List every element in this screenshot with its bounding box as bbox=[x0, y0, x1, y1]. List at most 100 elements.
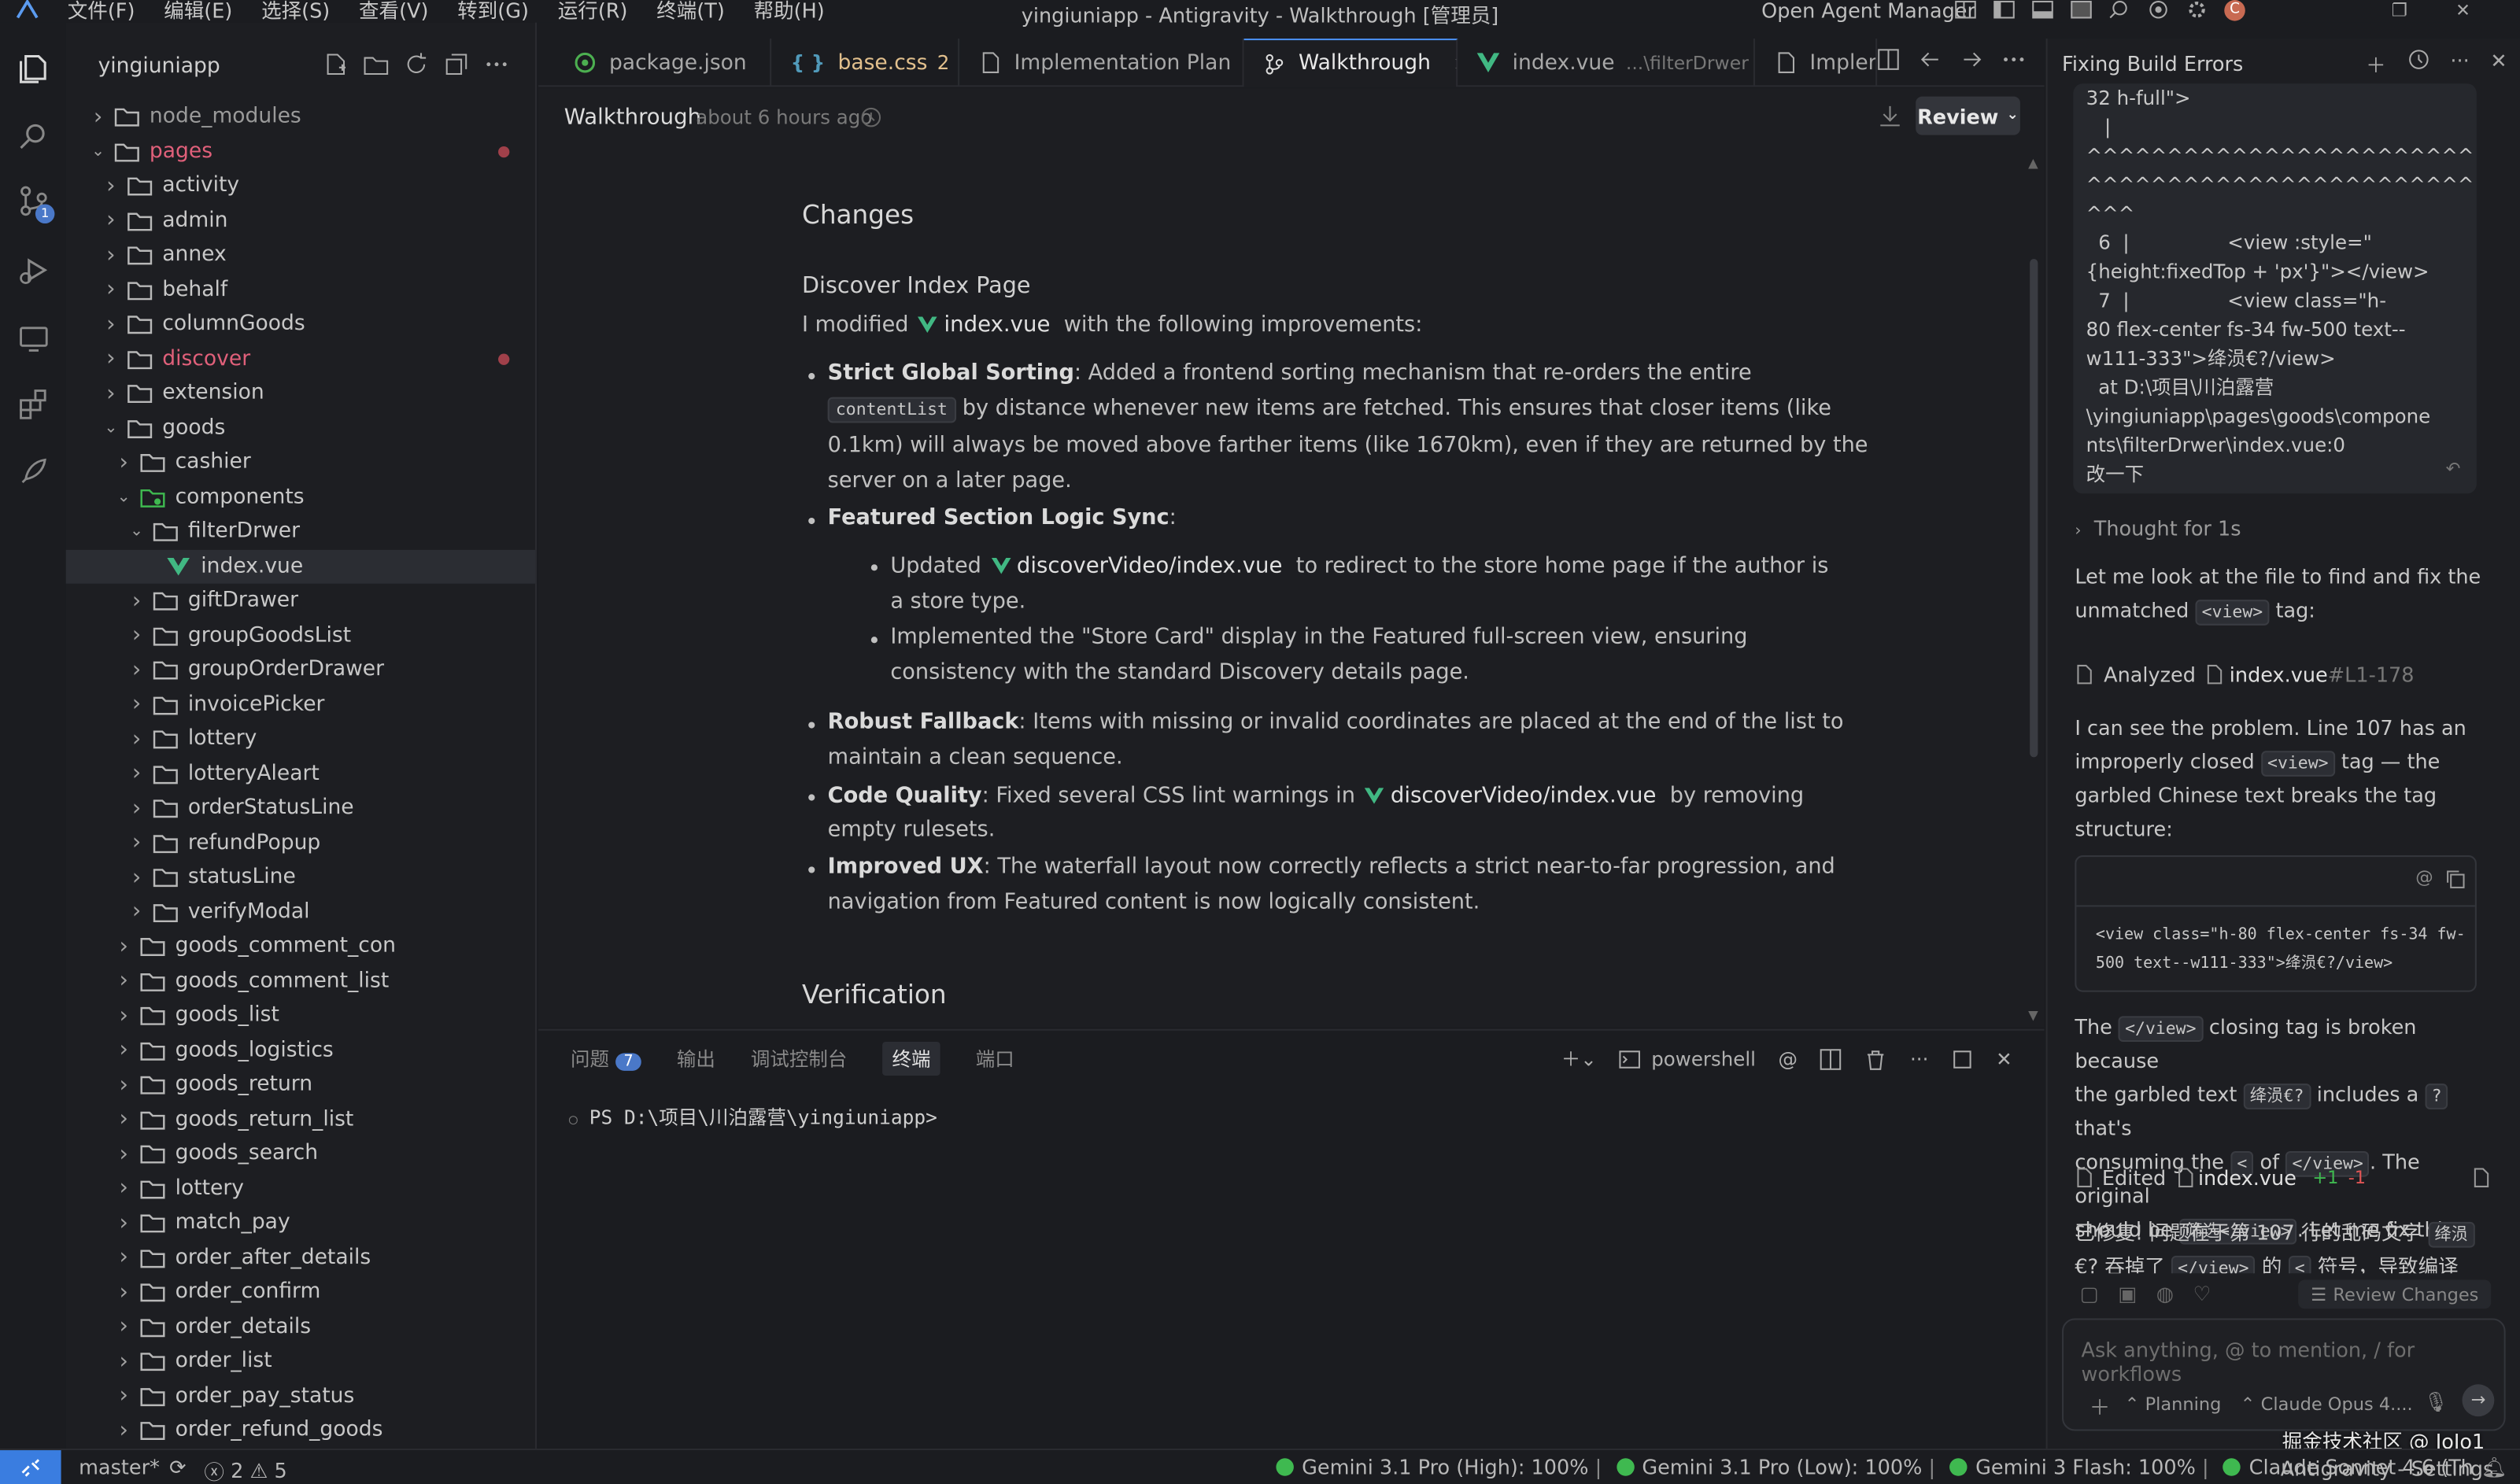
panel-tab[interactable]: 调试控制台 bbox=[751, 1045, 848, 1076]
explorer-icon[interactable] bbox=[16, 51, 51, 87]
folder-item[interactable]: › cashier bbox=[66, 445, 535, 479]
search-icon[interactable] bbox=[2108, 0, 2131, 20]
at-icon[interactable]: @ bbox=[1779, 1047, 1798, 1070]
model-quota[interactable]: Gemini 3 Flash: 100% | bbox=[1949, 1455, 2209, 1479]
terminal-icon[interactable]: ▣ bbox=[2118, 1282, 2137, 1306]
folder-item[interactable]: › verifyModal bbox=[66, 895, 535, 928]
thought-toggle[interactable]: › Thought for 1s bbox=[2075, 511, 2489, 548]
panel-tab[interactable]: 问题 7 bbox=[571, 1045, 641, 1076]
editor-tab[interactable]: package.json bbox=[555, 39, 772, 87]
send-button[interactable]: → bbox=[2462, 1384, 2495, 1417]
folder-item[interactable]: › order_list bbox=[66, 1344, 535, 1378]
scroll-down-icon[interactable]: ▼ bbox=[2028, 1008, 2038, 1022]
editor-tab[interactable]: Walkthrough✕ bbox=[1243, 39, 1458, 87]
edited-file[interactable]: index.vue bbox=[2198, 1161, 2296, 1194]
collapse-all-icon[interactable] bbox=[444, 51, 470, 77]
avatar[interactable]: C bbox=[2224, 0, 2245, 21]
folder-item[interactable]: › lottery bbox=[66, 1172, 535, 1205]
split-editor-icon[interactable] bbox=[1877, 48, 1900, 71]
browser-icon[interactable]: ◍ bbox=[2156, 1282, 2174, 1306]
search-icon[interactable] bbox=[16, 119, 51, 154]
more-icon[interactable] bbox=[484, 51, 510, 77]
folder-item[interactable]: › activity bbox=[66, 169, 535, 203]
folder-item[interactable]: › order_details bbox=[66, 1309, 535, 1343]
discover-video-link-2[interactable]: discoverVideo/index.vue bbox=[1391, 783, 1657, 809]
analyzed-step[interactable]: Analyzed index.vue #L1-178 bbox=[2075, 658, 2489, 692]
bell-icon[interactable]: 🔔︎ bbox=[2481, 1455, 2507, 1481]
close-panel-icon[interactable]: ✕ bbox=[1996, 1047, 2012, 1070]
folder-item[interactable]: › discover bbox=[66, 341, 535, 375]
restore-icon[interactable]: ❐ bbox=[2392, 0, 2407, 21]
folder-item[interactable]: › goods_comment_con bbox=[66, 929, 535, 963]
run-debug-icon[interactable] bbox=[16, 253, 51, 288]
toggle-panel-icon[interactable] bbox=[2031, 0, 2054, 20]
folder-item[interactable]: › order_after_details bbox=[66, 1240, 535, 1274]
open-diff-icon[interactable] bbox=[2472, 1167, 2489, 1188]
add-context-icon[interactable]: ＋ bbox=[2090, 1390, 2111, 1422]
model-quota[interactable]: Gemini 3.1 Pro (High): 100% | bbox=[1276, 1455, 1602, 1479]
split-terminal-icon[interactable] bbox=[1820, 1047, 1843, 1070]
folder-item[interactable]: › statusLine bbox=[66, 860, 535, 894]
gear-icon[interactable] bbox=[2186, 0, 2208, 20]
new-file-icon[interactable] bbox=[323, 51, 349, 77]
panel-tab[interactable]: 输出 bbox=[677, 1045, 715, 1076]
folder-item[interactable]: ⌄ components bbox=[66, 480, 535, 514]
folder-item[interactable]: › match_pay bbox=[66, 1205, 535, 1239]
folder-item[interactable]: › behalf bbox=[66, 272, 535, 306]
folder-item[interactable]: › groupGoodsList bbox=[66, 618, 535, 652]
history-icon[interactable] bbox=[860, 106, 883, 129]
doc-scrollbar[interactable] bbox=[2030, 258, 2038, 758]
analyzed-file[interactable]: index.vue bbox=[2230, 658, 2328, 692]
panel-tab[interactable]: 终端 bbox=[882, 1042, 940, 1076]
refresh-icon[interactable] bbox=[404, 51, 430, 77]
review-changes-button[interactable]: ☰ Review Changes bbox=[2298, 1279, 2492, 1309]
mode-selector[interactable]: ⌃ Planning bbox=[2125, 1394, 2222, 1416]
folder-item[interactable]: › giftDrawer bbox=[66, 584, 535, 618]
folder-item[interactable]: › order_pay_status bbox=[66, 1379, 535, 1412]
mention-icon[interactable]: @ bbox=[2415, 866, 2433, 888]
review-button[interactable]: Review ⌄ bbox=[1916, 96, 2020, 135]
edited-step[interactable]: Edited index.vue +1 -1 bbox=[2075, 1161, 2489, 1194]
folder-item[interactable]: › goods_search bbox=[66, 1137, 535, 1171]
folder-item[interactable]: › goods_comment_list bbox=[66, 964, 535, 998]
copy-icon[interactable] bbox=[2444, 868, 2466, 889]
history-icon[interactable] bbox=[2407, 48, 2429, 71]
model-selector[interactable]: ⌃ Claude Opus 4.... bbox=[2241, 1394, 2413, 1416]
toggle-secondary-sidebar-icon[interactable] bbox=[2070, 0, 2093, 20]
extensions-icon[interactable] bbox=[16, 386, 51, 421]
shell-label[interactable]: powershell bbox=[1651, 1047, 1756, 1070]
folder-item[interactable]: › order_confirm bbox=[66, 1275, 535, 1309]
model-quota[interactable]: Gemini 3.1 Pro (Low): 100% | bbox=[1616, 1455, 1935, 1479]
maximize-panel-icon[interactable] bbox=[1951, 1047, 1974, 1070]
microphone-icon[interactable]: 🎙︎ bbox=[2423, 1390, 2448, 1413]
terminal-output[interactable]: ○ PS D:\项目\川泊露营\yingiuniapp> bbox=[569, 1103, 937, 1131]
folder-item[interactable]: ⌄ goods bbox=[66, 411, 535, 445]
new-chat-icon[interactable]: ＋ bbox=[2366, 48, 2386, 79]
remote-explorer-icon[interactable] bbox=[16, 322, 51, 357]
folder-item[interactable]: ⌄ pages bbox=[66, 135, 535, 168]
download-icon[interactable] bbox=[1879, 105, 1901, 127]
panel-tab[interactable]: 端口 bbox=[976, 1045, 1014, 1076]
file-item[interactable]: index.vue bbox=[65, 548, 536, 583]
editor-tab[interactable]: index.vue ...\filterDrwer bbox=[1458, 39, 1755, 87]
folder-item[interactable]: › groupOrderDrawer bbox=[66, 653, 535, 687]
remote-indicator[interactable] bbox=[0, 1450, 61, 1484]
folder-item[interactable]: › lottery bbox=[66, 722, 535, 755]
folder-item[interactable]: › annex bbox=[66, 238, 535, 271]
editor-tab[interactable]: Impler bbox=[1755, 39, 1878, 87]
scroll-up-icon[interactable]: ▲ bbox=[2028, 156, 2038, 170]
folder-item[interactable]: › lotteryAleart bbox=[66, 756, 535, 790]
more-icon[interactable]: ··· bbox=[1910, 1047, 1928, 1070]
branch-indicator[interactable]: master* ⟳ bbox=[79, 1455, 186, 1479]
layout-customize-icon[interactable] bbox=[1954, 0, 1977, 20]
folder-item[interactable]: › admin bbox=[66, 203, 535, 237]
folder-item[interactable]: › columnGoods bbox=[66, 307, 535, 341]
new-terminal-icon[interactable]: ＋⌄ bbox=[1561, 1045, 1597, 1072]
settings-link[interactable]: Antigravity - Settings bbox=[2281, 1456, 2494, 1481]
folder-item[interactable]: › invoicePicker bbox=[66, 688, 535, 722]
trash-icon[interactable] bbox=[1865, 1047, 1888, 1070]
editor-tab[interactable]: { } base.css 2 bbox=[771, 39, 960, 87]
arrow-right-icon[interactable] bbox=[1960, 48, 1983, 71]
chat-input[interactable]: Ask anything, @ to mention, / for workfl… bbox=[2062, 1318, 2506, 1431]
account-sync-icon[interactable] bbox=[2147, 0, 2170, 20]
